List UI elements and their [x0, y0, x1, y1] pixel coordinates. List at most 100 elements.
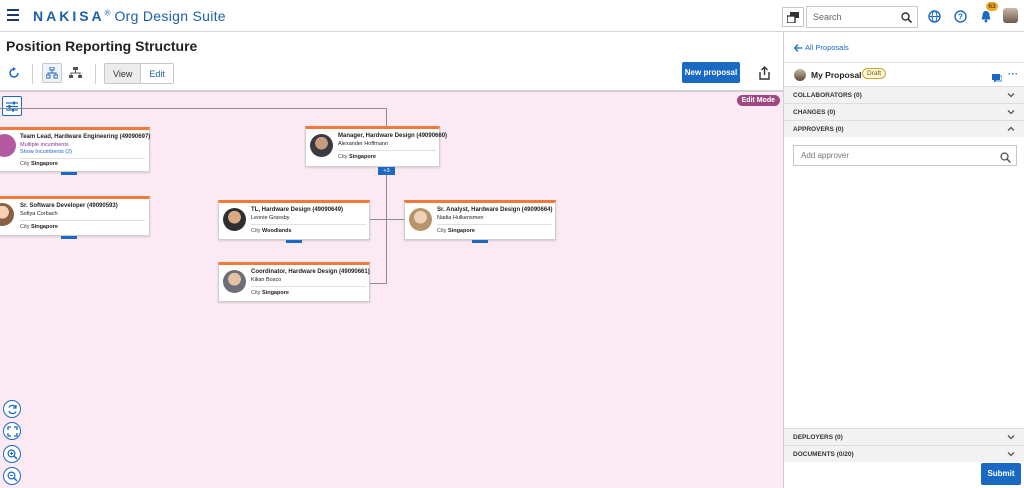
employee-name: Sofiya Corbach — [20, 211, 58, 217]
position-placeholder-icon — [0, 134, 16, 157]
employee-photo — [310, 134, 333, 157]
position-title: Coordinator, Hardware Design (49090661) — [251, 269, 370, 275]
search-button[interactable] — [895, 6, 918, 28]
org-chart-canvas[interactable]: Edit Mode Team Lead, Hardware Engineerin… — [0, 90, 783, 488]
chevron-down-icon — [1007, 93, 1015, 98]
all-proposals-link[interactable]: All Proposals — [794, 43, 849, 52]
org-structure-icon — [68, 67, 82, 78]
bell-icon — [981, 10, 991, 22]
employee-name: Alexander Hoffmann — [338, 141, 389, 147]
search-icon — [1000, 152, 1012, 164]
card-expand-tab[interactable] — [472, 240, 488, 243]
connector-line — [370, 283, 387, 284]
toolbar: View Edit New proposal — [0, 60, 783, 90]
edit-mode-badge: Edit Mode — [736, 95, 780, 106]
toolbar-divider — [32, 64, 33, 84]
position-title: Sr. Software Developer (49090593) — [20, 203, 118, 209]
card-expand-tab[interactable] — [286, 240, 302, 243]
reset-view-button[interactable] — [3, 400, 21, 418]
notifications-button[interactable] — [979, 9, 993, 23]
menu-icon[interactable] — [7, 9, 19, 21]
position-card[interactable]: Coordinator, Hardware Design (49090661) … — [218, 262, 370, 302]
section-approvers[interactable]: APPROVERS (0) — [784, 120, 1024, 137]
incumbent-status: Multiple incumbents — [20, 142, 69, 148]
edit-toggle[interactable]: Edit — [140, 64, 173, 83]
card-city: City Singapore — [437, 228, 475, 234]
section-changes[interactable]: CHANGES (0) — [784, 103, 1024, 120]
svg-text:?: ? — [958, 12, 963, 21]
app-brand: NAKISA® Org Design Suite — [33, 8, 226, 24]
page-title: Position Reporting Structure — [6, 38, 198, 54]
card-expand-tab[interactable] — [61, 172, 77, 175]
filter-button[interactable] — [2, 96, 22, 116]
employee-name: Nadia Hulkensmen — [437, 215, 484, 221]
approver-search-button[interactable] — [1000, 150, 1012, 168]
section-documents[interactable]: DOCUMENTS (0/20) — [784, 445, 1024, 462]
add-approver-input[interactable]: Add approver — [793, 145, 1017, 166]
card-city: City Singapore — [20, 161, 58, 167]
position-title: TL, Hardware Design (49090649) — [251, 207, 344, 213]
notification-badge: 63 — [986, 2, 998, 11]
connector-line — [0, 108, 387, 109]
show-incumbents-link[interactable]: Show Incumbents (2) — [20, 149, 72, 155]
share-button[interactable] — [758, 66, 772, 80]
section-collaborators[interactable]: COLLABORATORS (0) — [784, 86, 1024, 103]
position-title: Sr. Analyst, Hardware Design (49090664) — [437, 207, 553, 213]
search-icon — [900, 11, 912, 23]
position-title: Team Lead, Hardware Engineering (4909069… — [20, 134, 151, 140]
refresh-icon — [9, 67, 19, 78]
hierarchy-icon — [46, 67, 58, 79]
card-divider — [20, 158, 145, 159]
card-expand-tab[interactable] — [61, 236, 77, 239]
position-card[interactable]: Team Lead, Hardware Engineering (4909069… — [0, 127, 151, 175]
zoom-out-button[interactable] — [3, 467, 21, 485]
main-area: Position Reporting Structure View Edit N… — [0, 32, 783, 488]
position-card[interactable]: TL, Hardware Design (49090649) Leonie Gr… — [218, 200, 370, 243]
employee-photo — [409, 208, 432, 231]
alt-layout-button[interactable] — [65, 63, 85, 83]
employee-photo — [0, 203, 14, 226]
refresh-button[interactable] — [4, 63, 24, 83]
expand-children-button[interactable]: +3 — [378, 167, 395, 175]
more-options-icon[interactable]: ··· — [1008, 69, 1019, 79]
zoom-in-button[interactable] — [3, 445, 21, 463]
submit-button[interactable]: Submit — [981, 463, 1021, 485]
help-button[interactable]: ? — [953, 9, 967, 23]
fit-to-screen-button[interactable] — [3, 422, 21, 440]
card-city: City Singapore — [20, 224, 58, 230]
proposal-name: My Proposal — [811, 70, 862, 80]
position-card[interactable]: Manager, Hardware Design (49090660) Alex… — [305, 126, 447, 167]
globe-icon — [927, 9, 941, 23]
arrow-left-icon — [794, 43, 803, 52]
top-bar: NAKISA® Org Design Suite Search ? 63 — [0, 0, 1024, 32]
section-deployers[interactable]: DEPLOYERS (0) — [784, 428, 1024, 445]
language-button[interactable] — [927, 9, 941, 23]
share-icon — [759, 66, 770, 80]
switch-app-button[interactable] — [782, 7, 804, 27]
view-toggle[interactable]: View — [105, 64, 140, 83]
sync-icon — [7, 404, 17, 414]
connector-line — [386, 174, 387, 284]
card-divider — [437, 224, 552, 225]
position-title: Manager, Hardware Design (49090660) — [338, 133, 448, 139]
chevron-down-icon — [1007, 110, 1015, 115]
card-divider — [338, 150, 436, 151]
new-proposal-button[interactable]: New proposal — [682, 62, 740, 83]
proposal-panel: All Proposals My Proposal Draft ··· COLL… — [783, 32, 1024, 488]
fullscreen-icon — [6, 425, 18, 437]
card-city: City Singapore — [338, 154, 376, 160]
connector-line — [386, 108, 387, 126]
connector-line — [370, 219, 404, 220]
proposal-owner-avatar — [794, 69, 806, 81]
chevron-down-icon — [1007, 435, 1015, 440]
position-card[interactable]: Sr. Analyst, Hardware Design (49090664) … — [404, 200, 556, 243]
employee-photo — [223, 208, 246, 231]
position-card[interactable]: Sr. Software Developer (49090593) Sofiya… — [0, 196, 150, 239]
proposal-header: My Proposal Draft ··· — [784, 62, 1024, 86]
toolbar-divider — [95, 64, 96, 84]
chevron-down-icon — [1007, 452, 1015, 457]
user-avatar[interactable] — [1003, 8, 1018, 23]
org-chart-view-button[interactable] — [42, 63, 62, 83]
zoom-in-icon — [6, 448, 17, 459]
chevron-up-icon — [1007, 126, 1015, 131]
